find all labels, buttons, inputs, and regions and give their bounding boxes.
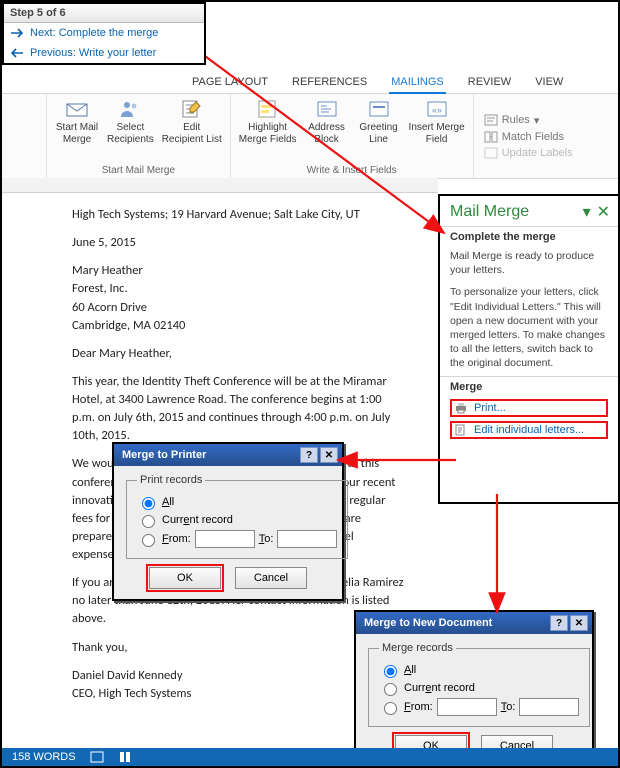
tab-view[interactable]: VIEW [533, 72, 565, 93]
help-icon[interactable]: ? [300, 447, 318, 463]
highlight-merge-fields-button[interactable]: Highlight Merge Fields [239, 98, 297, 145]
opt-all-label: All [162, 496, 174, 508]
page-layout-icon[interactable] [118, 751, 132, 763]
opt-current-label: Current record [404, 682, 475, 694]
rules-button[interactable]: Rules▾ [484, 112, 573, 129]
ruler [2, 178, 438, 193]
next-step-link[interactable]: Next: Complete the merge [4, 23, 204, 43]
print-link-label: Print... [474, 402, 506, 414]
people-icon [118, 98, 142, 120]
document-icon [454, 424, 468, 436]
pane-section-merge: Merge [440, 376, 618, 397]
edit-individual-label: Edit individual letters... [474, 424, 584, 436]
pane-text1: Mail Merge is ready to produce your lett… [440, 247, 618, 283]
opt-from-label: From: [404, 701, 433, 713]
tab-mailings[interactable]: MAILINGS [389, 72, 446, 94]
dlg-printer-title: Merge to Printer [122, 449, 206, 461]
ribbon-tabs: PAGE LAYOUT REFERENCES MAILINGS REVIEW V… [2, 72, 618, 93]
to-label: To: [259, 533, 274, 545]
help-icon[interactable]: ? [550, 615, 568, 631]
match-fields-button[interactable]: Match Fields [484, 129, 573, 145]
address-block-icon [315, 98, 339, 120]
step-panel: Step 5 of 6 Next: Complete the merge Pre… [2, 2, 206, 65]
merge-records-group: Merge records All Current record From: T… [368, 642, 590, 727]
merge-records-legend: Merge records [379, 642, 456, 654]
status-bar: 158 WORDS [2, 748, 618, 766]
ok-button[interactable]: OK [149, 567, 221, 589]
mail-merge-pane: Mail Merge ▾ ✕ Complete the merge Mail M… [438, 194, 618, 504]
opt-current-radio[interactable] [142, 515, 155, 528]
opt-from-label: From: [162, 533, 191, 545]
list-edit-icon [180, 98, 204, 120]
close-icon[interactable]: ✕ [320, 447, 338, 463]
next-step-label: Next: Complete the merge [30, 27, 158, 39]
start-mail-merge-button[interactable]: Start Mail Merge [55, 98, 99, 145]
select-recipients-button[interactable]: Select Recipients [107, 98, 154, 145]
to-input[interactable] [277, 530, 337, 548]
doc-addr2: Forest, Inc. [72, 280, 404, 298]
tab-page-layout[interactable]: PAGE LAYOUT [190, 72, 270, 93]
ribbon: PAGE LAYOUT REFERENCES MAILINGS REVIEW V… [2, 72, 618, 179]
group-start-mail-merge: Start Mail Merge [102, 164, 175, 176]
tab-review[interactable]: REVIEW [466, 72, 513, 93]
spellcheck-icon[interactable] [90, 751, 104, 763]
address-block-button[interactable]: Address Block [305, 98, 349, 145]
opt-all-label: All [404, 664, 416, 676]
rules-icon [484, 114, 498, 126]
prev-step-link[interactable]: Previous: Write your letter [4, 43, 204, 63]
opt-all-radio[interactable] [384, 665, 397, 678]
update-labels-icon [484, 147, 498, 159]
from-input[interactable] [195, 530, 255, 548]
greeting-line-icon [367, 98, 391, 120]
cancel-button[interactable]: Cancel [235, 567, 307, 589]
merge-to-new-document-dialog: Merge to New Document ? ✕ Merge records … [354, 610, 594, 768]
insert-merge-field-button[interactable]: «» Insert Merge Field [409, 98, 465, 145]
doc-date: June 5, 2015 [72, 234, 404, 252]
step-title: Step 5 of 6 [4, 4, 204, 23]
greeting-line-button[interactable]: Greeting Line [357, 98, 401, 145]
pane-section-complete: Complete the merge [440, 226, 618, 247]
to-input[interactable] [519, 698, 579, 716]
arrow-right-icon [10, 28, 24, 38]
opt-current-radio[interactable] [384, 683, 397, 696]
from-input[interactable] [437, 698, 497, 716]
doc-header: High Tech Systems; 19 Harvard Avenue; Sa… [72, 206, 404, 224]
edit-individual-link[interactable]: Edit individual letters... [450, 421, 608, 439]
update-labels-button: Update Labels [484, 145, 573, 161]
annotation-arrow [482, 492, 512, 622]
edit-recipient-list-button[interactable]: Edit Recipient List [162, 98, 222, 145]
highlight-icon [256, 98, 280, 120]
tab-references[interactable]: REFERENCES [290, 72, 369, 93]
word-count[interactable]: 158 WORDS [12, 751, 76, 763]
match-fields-icon [484, 131, 498, 143]
doc-p1: This year, the Identity Theft Conference… [72, 373, 404, 446]
opt-all-radio[interactable] [142, 497, 155, 510]
insert-field-icon: «» [425, 98, 449, 120]
opt-from-radio[interactable] [384, 702, 397, 715]
print-records-group: Print records All Current record From: T… [126, 474, 348, 559]
svg-text:«»: «» [432, 105, 442, 115]
envelope-icon [65, 98, 89, 120]
pane-text2: To personalize your letters, click "Edit… [440, 283, 618, 376]
dlg-newdoc-title: Merge to New Document [364, 617, 492, 629]
pane-close-icon[interactable]: ✕ [597, 202, 610, 222]
opt-from-radio[interactable] [142, 534, 155, 547]
print-link[interactable]: Print... [450, 399, 608, 417]
doc-addr4: Cambridge, MA 02140 [72, 317, 404, 335]
to-label: To: [501, 701, 516, 713]
pane-dropdown-icon[interactable]: ▾ [583, 202, 591, 222]
doc-addr3: 60 Acorn Drive [72, 299, 404, 317]
arrow-left-icon [10, 48, 24, 58]
printer-icon [454, 402, 468, 414]
print-records-legend: Print records [137, 474, 205, 486]
close-icon[interactable]: ✕ [570, 615, 588, 631]
group-write-insert-fields: Write & Insert Fields [307, 164, 397, 176]
merge-to-printer-dialog: Merge to Printer ? ✕ Print records All C… [112, 442, 344, 601]
pane-title: Mail Merge [450, 203, 529, 221]
prev-step-label: Previous: Write your letter [30, 47, 156, 59]
doc-addr1: Mary Heather [72, 262, 404, 280]
doc-greeting: Dear Mary Heather, [72, 345, 404, 363]
opt-current-label: Current record [162, 514, 233, 526]
